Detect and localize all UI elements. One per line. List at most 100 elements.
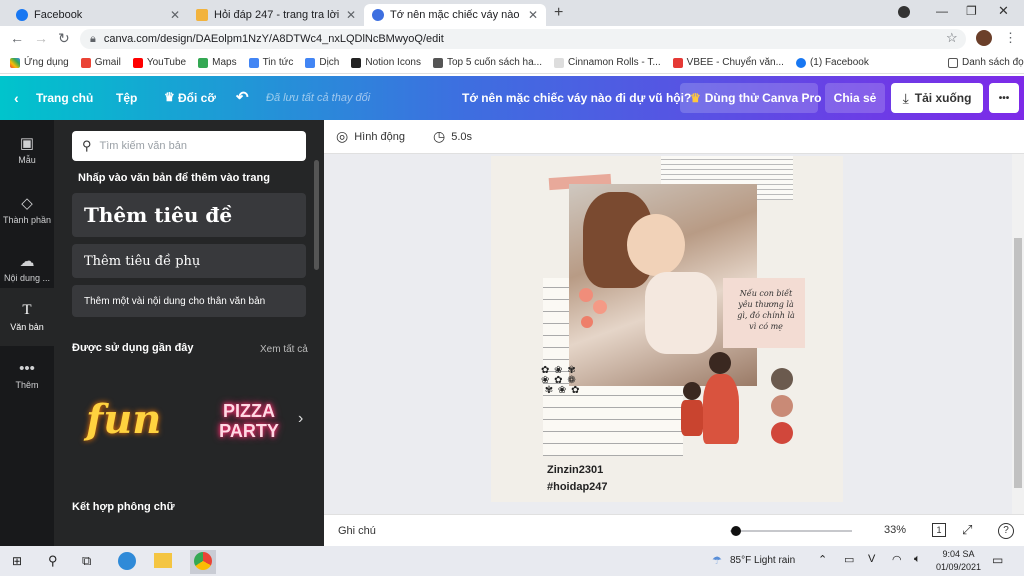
file-explorer-icon[interactable]	[154, 553, 172, 568]
illustration-child-head	[683, 382, 701, 400]
sample-line-2: PARTY	[219, 421, 279, 441]
rail-item-more[interactable]: ••• Thêm	[0, 346, 54, 404]
windows-taskbar: ⊞ ⚲ ⧉ ☂ 85°F Light rain ⌃ ▭ V ◠ 🔈︎ 9:04 …	[0, 546, 1024, 576]
reading-list[interactable]: Danh sách đọc	[948, 57, 1024, 68]
clock-time: 9:04 SA	[942, 549, 975, 559]
battery-icon[interactable]: ▭	[844, 553, 854, 566]
notifications-icon[interactable]: ▭	[992, 553, 1003, 567]
add-body-text-button[interactable]: Thêm một vài nội dung cho thân văn bản	[72, 285, 306, 317]
duration-button[interactable]: 5.0s	[451, 131, 472, 143]
upload-icon: ☁	[19, 252, 35, 270]
close-window-icon[interactable]: ✕	[998, 3, 1009, 19]
bookmark-label: Tin tức	[262, 57, 294, 68]
tab-label: Facebook	[34, 9, 83, 21]
zoom-level[interactable]: 33%	[884, 524, 906, 536]
wifi-icon[interactable]: ◠	[892, 553, 902, 566]
search-input[interactable]: ⚲ Tìm kiếm văn bản	[72, 131, 306, 161]
bookmark-label: Maps	[212, 57, 237, 68]
try-pro-button[interactable]: ♛ Dùng thử Canva Pro	[680, 83, 821, 113]
bookmark-label: Cinnamon Rolls - T...	[568, 57, 661, 68]
tab-hoidap[interactable]: Hỏi đáp 247 - trang tra lời ✕	[188, 4, 364, 26]
edge-icon[interactable]	[118, 552, 136, 570]
more-options-button[interactable]: •••	[989, 83, 1019, 113]
translate-icon	[305, 57, 316, 68]
panel-scrollbar[interactable]	[314, 160, 319, 270]
bookmark-top5[interactable]: Top 5 cuốn sách ha...	[432, 57, 542, 68]
hashtag-text[interactable]: #hoidap247	[547, 481, 608, 493]
zoom-slider[interactable]	[730, 530, 852, 532]
resize-button[interactable]: Đổi cỡ	[178, 91, 216, 105]
font-sample-fun[interactable]: fun	[86, 396, 161, 443]
download-button[interactable]: ⤓ Tải xuống	[891, 83, 983, 113]
reload-icon[interactable]: ↻	[58, 30, 70, 47]
weather-text[interactable]: 85°F Light rain	[730, 555, 795, 566]
bookmark-translate[interactable]: Dịch	[305, 57, 339, 68]
task-view-icon[interactable]: ⧉	[82, 553, 91, 569]
undo-icon[interactable]: ↶	[236, 88, 249, 106]
help-button[interactable]: ?	[998, 523, 1014, 539]
rose-bouquet	[573, 284, 617, 344]
bookmark-maps[interactable]: Maps	[198, 57, 237, 68]
design-title[interactable]: Tớ nên mặc chiếc váy nào đi dự vũ hội?	[462, 91, 691, 105]
url-text: canva.com/design/DAEolpm1NzY/A8DTWc4_nxL…	[103, 33, 444, 45]
font-sample-pizza-party[interactable]: PIZZA PARTY	[214, 401, 284, 441]
bookmark-news[interactable]: Tin tức	[248, 57, 294, 68]
vietkey-icon[interactable]: V	[868, 553, 875, 565]
page-count[interactable]: 1	[932, 523, 946, 537]
browser-menu-icon[interactable]: ⋮	[1004, 30, 1017, 46]
animate-button[interactable]: Hình động	[354, 131, 405, 143]
illustration-body	[703, 374, 739, 444]
canvas-toolbar: ◎ Hình động ◷ 5.0s	[324, 120, 1024, 154]
rail-item-templates[interactable]: ▣ Mẫu	[0, 120, 54, 178]
bookmark-notion-icons[interactable]: Notion Icons	[351, 57, 421, 68]
clock[interactable]: 9:04 SA 01/09/2021	[936, 548, 981, 574]
canvas-scrollbar[interactable]	[1012, 154, 1024, 514]
add-subheading-button[interactable]: Thêm tiêu đề phụ	[72, 244, 306, 278]
bookmark-apps[interactable]: Ứng dụng	[10, 57, 69, 68]
search-icon[interactable]: ⚲	[48, 553, 58, 569]
bookmark-cinnamon[interactable]: Cinnamon Rolls - T...	[554, 57, 661, 68]
rail-item-elements[interactable]: ◇ Thành phần	[0, 180, 54, 238]
search-icon: ⚲	[82, 138, 92, 153]
bookmark-star-icon[interactable]: ☆	[946, 30, 958, 46]
back-icon[interactable]: ←	[10, 30, 24, 46]
profile-menu-icon[interactable]	[898, 6, 910, 18]
chevron-up-icon[interactable]: ⌃	[818, 553, 827, 566]
chevron-right-icon[interactable]: ›	[298, 410, 303, 428]
bookmark-youtube[interactable]: YouTube	[132, 57, 186, 68]
share-button[interactable]: Chia sẻ	[825, 83, 885, 113]
crown-icon: ♛	[690, 91, 701, 105]
bookmark-gmail[interactable]: Gmail	[80, 57, 121, 68]
minimize-icon[interactable]: —	[936, 4, 948, 18]
bookmark-facebook[interactable]: (1) Facebook	[795, 57, 869, 68]
see-all-link[interactable]: Xem tất cả	[260, 344, 308, 355]
bookmark-label: Gmail	[94, 57, 121, 68]
design-page[interactable]: Nếu con biết yêu thương là gì, đó chính …	[491, 156, 843, 502]
close-icon[interactable]: ✕	[528, 8, 538, 22]
notes-button[interactable]: Ghi chú	[338, 525, 376, 537]
forward-icon[interactable]: →	[34, 30, 48, 46]
tab-canva[interactable]: Tớ nên mặc chiếc váy nào đi dự v ✕	[364, 4, 546, 26]
file-menu-button[interactable]: Tệp	[116, 91, 137, 105]
windows-start-icon[interactable]: ⊞	[12, 554, 22, 568]
color-swatch	[771, 395, 793, 417]
address-bar[interactable]: 🔒︎ canva.com/design/DAEolpm1NzY/A8DTWc4_…	[80, 29, 966, 49]
bookmark-vbee[interactable]: VBEE - Chuyển văn...	[672, 57, 784, 68]
tab-facebook[interactable]: Facebook ✕	[8, 4, 188, 26]
avatar[interactable]	[976, 30, 992, 46]
rail-item-text[interactable]: T Văn bản	[0, 288, 54, 346]
more-icon: •••	[19, 360, 35, 377]
fullscreen-icon[interactable]: ⤢	[962, 522, 972, 538]
volume-icon[interactable]: 🔈︎	[914, 553, 921, 566]
scrollbar-thumb[interactable]	[1014, 238, 1022, 488]
restore-icon[interactable]: ❐	[966, 4, 977, 18]
close-icon[interactable]: ✕	[346, 8, 356, 22]
close-icon[interactable]: ✕	[170, 8, 180, 22]
username-text[interactable]: Zinzin2301	[547, 464, 603, 476]
new-tab-button[interactable]: +	[554, 4, 563, 22]
zoom-slider-thumb[interactable]	[731, 526, 742, 536]
add-body-text-label: Thêm một vài nội dung cho thân văn bản	[84, 295, 266, 307]
home-button[interactable]: Trang chủ	[36, 91, 93, 105]
add-heading-button[interactable]: Thêm tiêu đề	[72, 193, 306, 237]
illustration-child-body	[681, 400, 703, 436]
